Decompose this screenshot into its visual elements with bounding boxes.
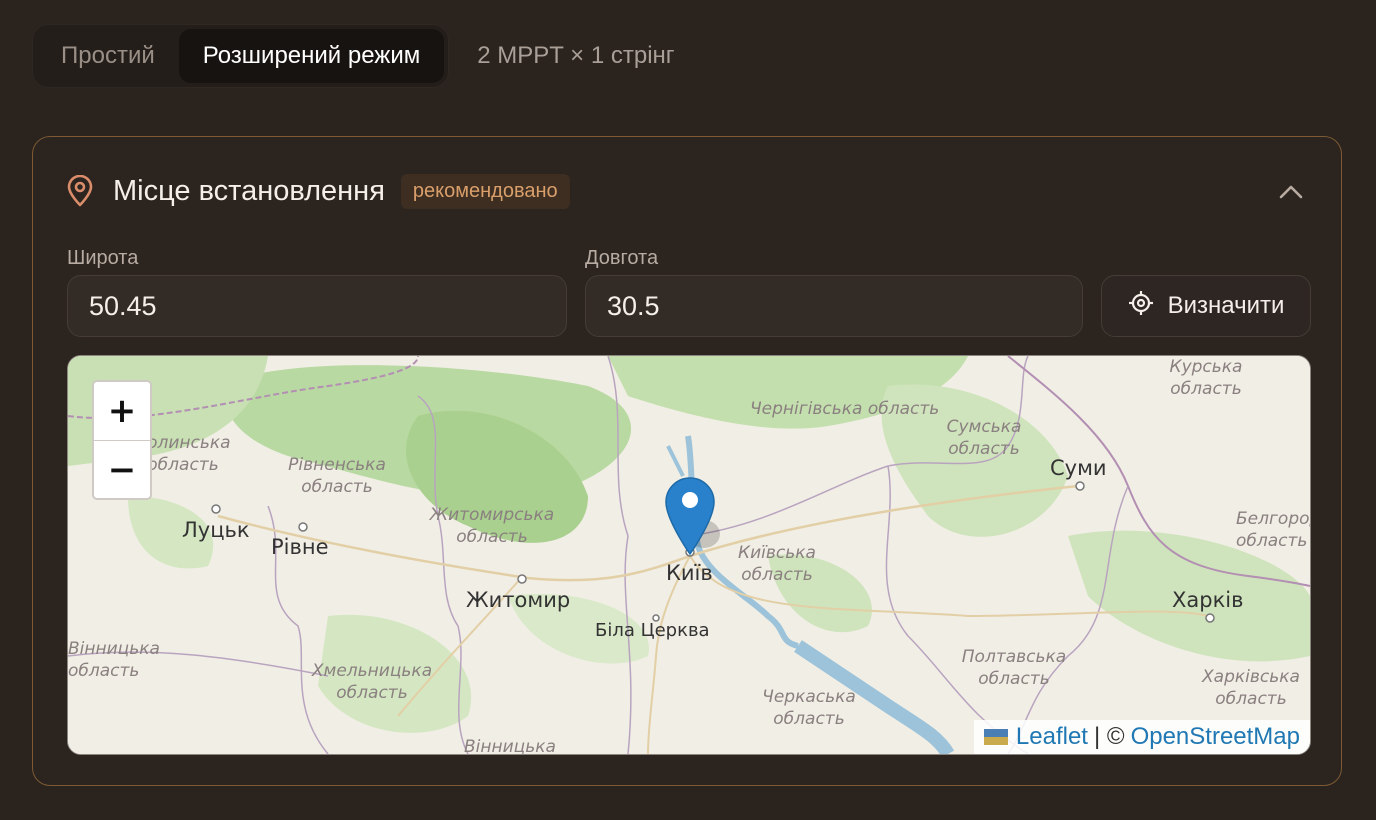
zoom-in-button[interactable]: + (94, 382, 150, 441)
longitude-input[interactable]: 30.5 (585, 275, 1083, 337)
latitude-input[interactable]: 50.45 (67, 275, 567, 337)
region-label: Вінницька (464, 737, 556, 755)
map-view[interactable]: Чернігівська область Сумська область Рів… (67, 355, 1311, 755)
region-label: Черкаська область (762, 687, 856, 729)
chevron-up-icon[interactable] (1277, 179, 1305, 203)
mode-toolbar: Простий Розширений режим 2 MPPT × 1 стрі… (32, 24, 675, 88)
mode-advanced-button[interactable]: Розширений режим (178, 29, 445, 83)
region-label: Рівненська область (288, 455, 386, 497)
city-label: Рівне (271, 535, 329, 559)
leaflet-link[interactable]: Leaflet (1016, 723, 1088, 751)
region-label: Київська область (738, 543, 816, 585)
crosshair-icon (1128, 290, 1154, 323)
zoom-control: + − (92, 380, 152, 500)
region-label: Сумська область (946, 417, 1022, 459)
location-card-header[interactable]: Місце встановлення рекомендовано (65, 171, 570, 211)
city-label: Суми (1050, 456, 1107, 480)
recommended-badge: рекомендовано (400, 173, 570, 209)
region-label: Чернігівська область (750, 399, 940, 419)
map-marker-icon[interactable] (664, 474, 720, 558)
city-label: Київ (666, 561, 713, 585)
city-label: Харків (1172, 588, 1244, 612)
region-label: Полтавська область (961, 647, 1067, 689)
map-attribution: Leaflet | © OpenStreetMap (973, 720, 1310, 754)
locate-button[interactable]: Визначити (1101, 275, 1311, 337)
mode-segmented-control: Простий Розширений режим (32, 24, 450, 88)
region-label: Хмельницька область (311, 661, 433, 703)
locate-button-label: Визначити (1167, 292, 1285, 319)
ukraine-flag-icon (983, 729, 1008, 745)
location-card-title: Місце встановлення (113, 174, 385, 207)
location-pin-icon (65, 175, 95, 207)
region-label: Вінницька область (68, 639, 160, 681)
region-label: Белгородська область (1236, 509, 1310, 551)
longitude-label: Довгота (585, 247, 659, 269)
city-label: Біла Церква (595, 620, 710, 641)
mppt-summary: 2 MPPT × 1 стрінг (477, 42, 675, 69)
zoom-out-button[interactable]: − (94, 441, 150, 499)
openstreetmap-link[interactable]: OpenStreetMap (1131, 723, 1300, 751)
attribution-separator: | © (1093, 723, 1125, 750)
city-label: Луцьк (182, 518, 250, 542)
region-label: Курська область (1169, 357, 1243, 399)
region-label: Харківська область (1202, 667, 1300, 709)
latitude-label: Широта (67, 247, 139, 269)
region-label: Житомирська область (429, 505, 555, 547)
mode-simple-button[interactable]: Простий (37, 29, 179, 83)
city-label: Житомир (466, 588, 571, 612)
location-card: Місце встановлення рекомендовано Широта … (32, 136, 1342, 786)
